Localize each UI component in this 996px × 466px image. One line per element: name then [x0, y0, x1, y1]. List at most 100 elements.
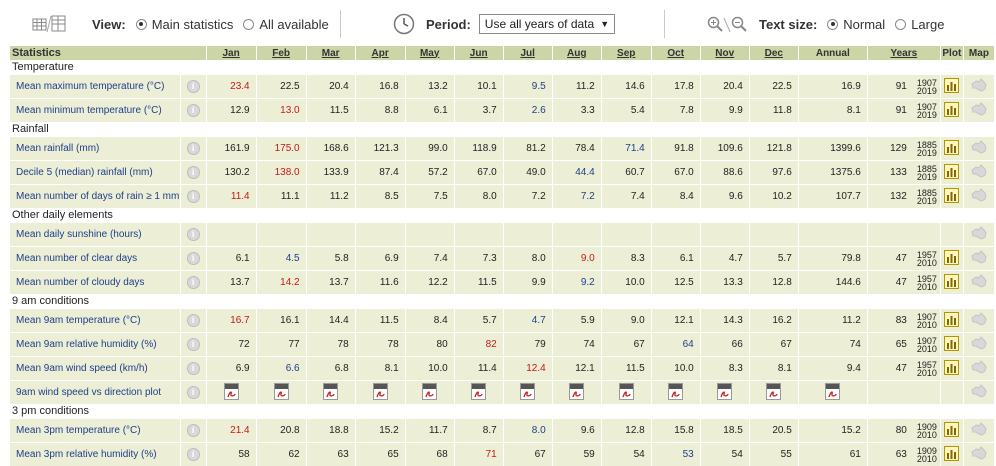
textsize-normal-radio[interactable]: Normal — [827, 17, 885, 32]
bar-plot-icon[interactable] — [944, 164, 959, 179]
bar-plot-icon[interactable] — [944, 336, 959, 351]
pdf-icon[interactable] — [224, 383, 239, 400]
column-header-aug[interactable]: Aug — [552, 46, 601, 60]
textsize-large-radio[interactable]: Large — [895, 17, 944, 32]
column-header-jul[interactable]: Jul — [503, 46, 552, 60]
statistic-name[interactable]: Mean daily sunshine (hours) — [10, 223, 180, 247]
info-icon[interactable]: i — [187, 338, 200, 351]
column-header-years[interactable]: Years — [867, 46, 940, 60]
statistic-name[interactable]: Mean number of clear days — [10, 247, 180, 271]
statistic-name[interactable]: Mean 9am relative humidity (%) — [10, 333, 180, 357]
column-header-sep[interactable]: Sep — [601, 46, 651, 60]
pdf-icon[interactable] — [520, 383, 535, 400]
info-cell: i — [180, 419, 206, 443]
pdf-icon[interactable] — [766, 383, 781, 400]
pdf-icon[interactable] — [274, 383, 289, 400]
period-select[interactable]: Use all years of data▼ — [479, 14, 615, 34]
column-header-nov[interactable]: Nov — [700, 46, 749, 60]
month-value: 6.6 — [256, 357, 306, 381]
column-header-mar[interactable]: Mar — [306, 46, 355, 60]
pdf-icon[interactable] — [373, 383, 388, 400]
pdf-icon[interactable] — [323, 383, 338, 400]
info-icon[interactable]: i — [187, 362, 200, 375]
statistic-name[interactable]: Mean number of days of rain ≥ 1 mm — [10, 185, 180, 209]
info-icon[interactable]: i — [187, 252, 200, 265]
column-header-jun[interactable]: Jun — [454, 46, 503, 60]
bar-plot-icon[interactable] — [944, 140, 959, 155]
plot-cell — [940, 161, 963, 185]
statistic-name[interactable]: Mean 9am wind speed (km/h) — [10, 357, 180, 381]
pdf-icon[interactable] — [471, 383, 486, 400]
australia-map-icon[interactable] — [970, 274, 988, 288]
section-header: 3 pm conditions — [10, 404, 995, 419]
column-header-feb[interactable]: Feb — [256, 46, 306, 60]
statistic-name[interactable]: Mean number of cloudy days — [10, 271, 180, 295]
bar-plot-icon[interactable] — [944, 250, 959, 265]
australia-map-icon[interactable] — [970, 102, 988, 116]
info-icon[interactable]: i — [187, 314, 200, 327]
info-icon[interactable]: i — [187, 228, 200, 241]
info-icon[interactable]: i — [187, 166, 200, 179]
years-cell: 6519072010 — [867, 333, 940, 357]
info-icon[interactable]: i — [187, 104, 200, 117]
view-all-radio[interactable]: All available — [243, 17, 328, 32]
pdf-icon[interactable] — [569, 383, 584, 400]
info-icon[interactable]: i — [187, 142, 200, 155]
view-main-radio[interactable]: Main statistics — [136, 17, 234, 32]
bar-plot-icon[interactable] — [944, 360, 959, 375]
pdf-icon[interactable] — [668, 383, 683, 400]
australia-map-icon[interactable] — [970, 422, 988, 436]
statistic-name[interactable]: Mean maximum temperature (°C) — [10, 75, 180, 99]
pdf-icon[interactable] — [619, 383, 634, 400]
australia-map-icon[interactable] — [970, 336, 988, 350]
month-value: 58 — [206, 443, 256, 466]
bar-plot-icon[interactable] — [944, 312, 959, 327]
australia-map-icon[interactable] — [970, 384, 988, 398]
zoom-out-icon[interactable] — [731, 16, 747, 32]
column-header-may[interactable]: May — [405, 46, 454, 60]
australia-map-icon[interactable] — [970, 78, 988, 92]
statistic-name[interactable]: Mean rainfall (mm) — [10, 137, 180, 161]
pdf-icon[interactable] — [717, 383, 732, 400]
info-icon[interactable]: i — [187, 80, 200, 93]
table-view-icon[interactable] — [32, 14, 66, 34]
column-header-jan[interactable]: Jan — [206, 46, 256, 60]
statistic-name[interactable]: Mean 3pm relative humidity (%) — [10, 443, 180, 466]
month-value: 6.1 — [651, 247, 700, 271]
statistic-name[interactable]: Mean 9am temperature (°C) — [10, 309, 180, 333]
column-header-dec[interactable]: Dec — [749, 46, 798, 60]
info-icon[interactable]: i — [187, 424, 200, 437]
australia-map-icon[interactable] — [970, 140, 988, 154]
statistic-name[interactable]: Mean minimum temperature (°C) — [10, 99, 180, 123]
bar-plot-icon[interactable] — [944, 274, 959, 289]
bar-plot-icon[interactable] — [944, 446, 959, 461]
annual-value: 15.2 — [798, 419, 867, 443]
statistic-name[interactable]: Decile 5 (median) rainfall (mm) — [10, 161, 180, 185]
australia-map-icon[interactable] — [970, 446, 988, 460]
zoom-in-icon[interactable] — [707, 16, 723, 32]
column-header-oct[interactable]: Oct — [651, 46, 700, 60]
statistic-name[interactable]: 9am wind speed vs direction plot — [10, 381, 180, 405]
bar-plot-icon[interactable] — [944, 78, 959, 93]
radio-empty-icon — [895, 19, 906, 30]
australia-map-icon[interactable] — [970, 226, 988, 240]
australia-map-icon[interactable] — [970, 164, 988, 178]
bar-plot-icon[interactable] — [944, 422, 959, 437]
australia-map-icon[interactable] — [970, 312, 988, 326]
info-icon[interactable]: i — [187, 448, 200, 461]
australia-map-icon[interactable] — [970, 188, 988, 202]
pdf-icon[interactable] — [825, 383, 840, 400]
info-icon[interactable]: i — [187, 190, 200, 203]
australia-map-icon[interactable] — [970, 250, 988, 264]
month-value: 77 — [256, 333, 306, 357]
column-header-apr[interactable]: Apr — [355, 46, 405, 60]
bar-plot-icon[interactable] — [944, 102, 959, 117]
info-icon[interactable]: i — [187, 386, 200, 399]
pdf-icon[interactable] — [422, 383, 437, 400]
month-value: 11.6 — [355, 271, 405, 295]
info-icon[interactable]: i — [187, 276, 200, 289]
statistic-name[interactable]: Mean 3pm temperature (°C) — [10, 419, 180, 443]
years-range: 18852019 — [917, 165, 937, 181]
australia-map-icon[interactable] — [970, 360, 988, 374]
bar-plot-icon[interactable] — [944, 188, 959, 203]
